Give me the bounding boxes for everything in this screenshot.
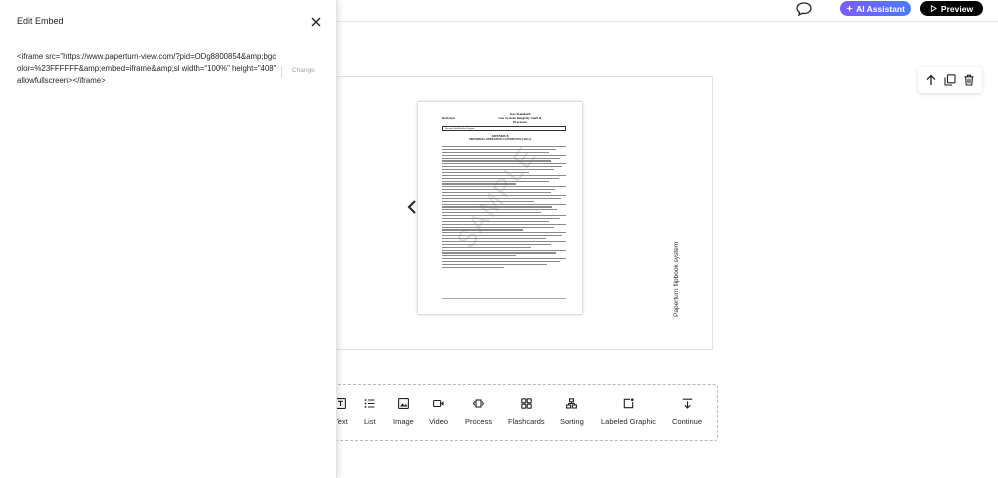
arrow-up-icon[interactable] [925, 74, 937, 86]
close-icon[interactable] [310, 15, 322, 27]
app-root: AI Assistant Preview g DeGolyer Gas Stan… [0, 0, 998, 478]
document-text-line [442, 154, 566, 156]
play-icon [930, 5, 937, 12]
sparkle-icon [846, 5, 854, 12]
insert-image-label: Image [393, 417, 414, 426]
duplicate-icon[interactable] [944, 74, 956, 86]
insert-process-label: Process [465, 417, 493, 426]
insert-flashcards-label: Flashcards [508, 417, 545, 426]
insert-list-label: List [364, 417, 376, 426]
insert-flashcards-button[interactable]: Flashcards [508, 398, 545, 426]
insert-video-button[interactable]: Video [429, 398, 448, 426]
embed-code-field[interactable]: <iframe src="https://www.paperturn-view.… [17, 51, 277, 87]
document-text-line [442, 243, 552, 245]
insert-continue-button[interactable]: Continue [672, 398, 702, 426]
document-text-line [442, 246, 532, 248]
document-text-line [442, 148, 557, 151]
insert-video-label: Video [429, 417, 449, 426]
document-text-line [442, 249, 566, 251]
change-button[interactable]: Change [292, 67, 315, 74]
document-text-line [442, 146, 566, 148]
ai-assistant-button[interactable]: AI Assistant [840, 1, 911, 16]
trash-icon[interactable] [963, 74, 975, 86]
insert-labeled-graphic-label: Labeled Graphic [601, 417, 657, 426]
preview-label: Preview [940, 3, 974, 14]
document-appendix: APPENDIX B ABNORMAL OPERATING CONDITIONS… [468, 135, 532, 142]
block-insert-bar: Text List Image Video Process Flashcards… [300, 384, 718, 441]
edit-embed-panel: Edit Embed <iframe src="https://www.pape… [0, 0, 337, 478]
document-text-line [442, 255, 517, 257]
code-divider [281, 66, 282, 78]
process-icon [473, 399, 485, 408]
document-title: Gas Standard Gas System Integrity Staff … [498, 112, 542, 125]
image-icon [397, 398, 409, 409]
document-table: Operator Qualification Program [442, 126, 566, 131]
insert-process-button[interactable]: Process [465, 398, 492, 426]
ai-assistant-label: AI Assistant [856, 3, 905, 14]
document-logo: DeGolyer [442, 116, 456, 120]
flashcards-icon [521, 398, 532, 409]
video-icon [433, 399, 444, 408]
insert-image-button[interactable]: Image [393, 398, 414, 426]
text-icon [335, 398, 347, 409]
flipbook-brand: Paperturn flipbook system [673, 241, 680, 317]
insert-sorting-button[interactable]: Sorting [560, 398, 584, 426]
list-icon [364, 399, 375, 408]
document-footer-rule [442, 298, 566, 299]
labeled-graphic-icon [623, 398, 634, 409]
document-text-line [442, 252, 557, 254]
preview-button[interactable]: Preview [920, 1, 983, 16]
embed-block[interactable]: DeGolyer Gas Standard Gas System Integri… [300, 76, 713, 350]
flipbook-page[interactable]: DeGolyer Gas Standard Gas System Integri… [418, 102, 582, 314]
insert-list-button[interactable]: List [364, 398, 376, 426]
insert-sorting-label: Sorting [560, 417, 584, 426]
insert-continue-label: Continue [672, 417, 703, 426]
insert-labeled-graphic-button[interactable]: Labeled Graphic [601, 398, 656, 426]
document-text-line [442, 215, 566, 217]
document-text-line [442, 263, 548, 266]
chat-bubble-icon[interactable] [796, 2, 812, 17]
sorting-icon [566, 398, 578, 409]
panel-title: Edit Embed [17, 16, 64, 26]
continue-icon [682, 398, 692, 409]
document-text-line [442, 258, 566, 260]
document-text-line [442, 266, 504, 268]
block-toolbar [918, 67, 982, 93]
chevron-left-icon[interactable] [405, 199, 419, 215]
document-text-line [442, 261, 560, 263]
